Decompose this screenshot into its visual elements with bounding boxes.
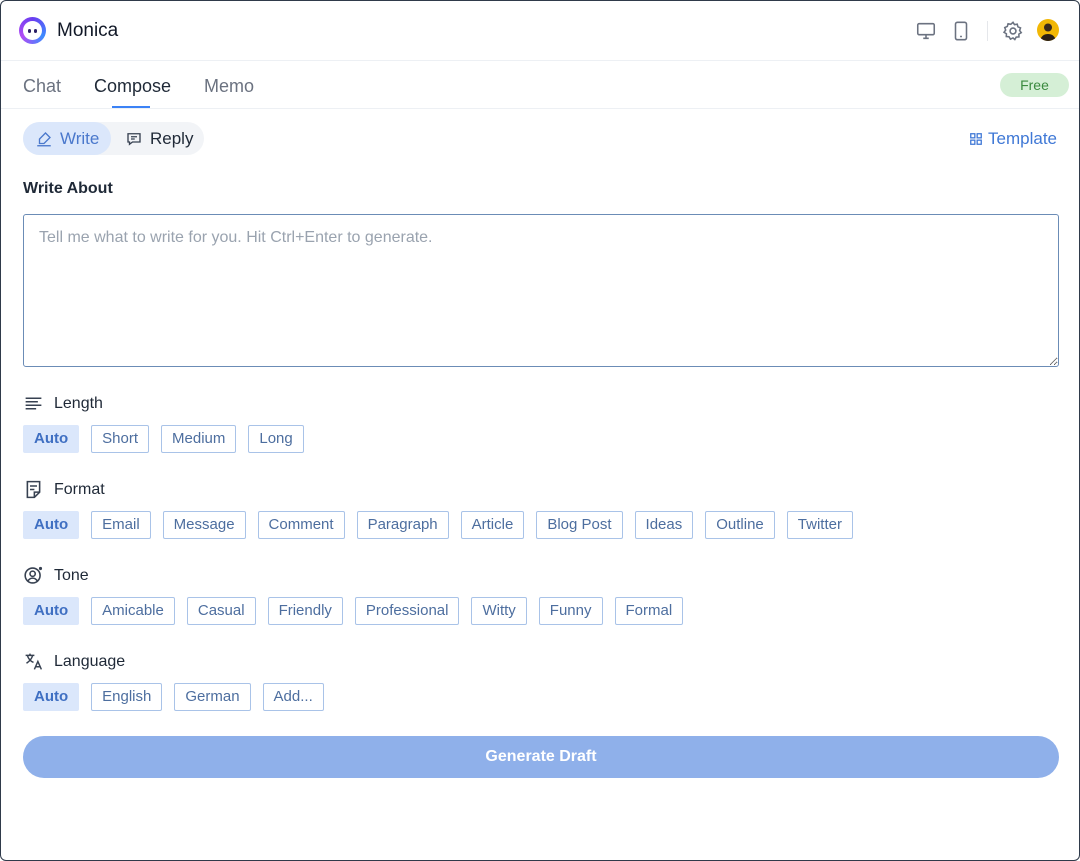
length-option-short[interactable]: Short [91,425,150,453]
template-label: Template [988,129,1057,148]
length-option-auto[interactable]: Auto [23,425,80,453]
format-option-article[interactable]: Article [460,511,525,539]
format-option-twitter[interactable]: Twitter [786,511,853,539]
tone-option-witty[interactable]: Witty [471,597,527,625]
tone-option-funny[interactable]: Funny [538,597,603,625]
language-add-button[interactable]: Add... [262,683,324,711]
format-option-email[interactable]: Email [91,511,151,539]
mode-switch: Write Reply [23,122,204,155]
reply-mode-button[interactable]: Reply [113,122,205,155]
tone-option-amicable[interactable]: Amicable [91,597,175,625]
length-label: Length [54,394,103,412]
language-option-english[interactable]: English [91,683,163,711]
tone-option-professional[interactable]: Professional [354,597,460,625]
main-tabs: Chat Compose Memo Free [1,61,1079,109]
tone-label: Tone [54,566,89,584]
language-heading: Language [23,651,125,672]
pen-icon [37,131,51,146]
format-option-outline[interactable]: Outline [705,511,775,539]
length-option-long[interactable]: Long [248,425,304,453]
format-option-paragraph[interactable]: Paragraph [356,511,449,539]
write-about-input[interactable] [23,214,1059,367]
format-option-ideas[interactable]: Ideas [634,511,694,539]
length-heading: Length [23,393,103,414]
gear-icon[interactable] [1002,20,1024,42]
translate-icon [25,653,43,670]
tab-compose[interactable]: Compose [94,76,171,97]
language-option-auto[interactable]: Auto [23,683,80,711]
app-header: Monica [1,1,1079,61]
write-mode-label: Write [60,128,100,148]
reply-mode-label: Reply [150,128,194,148]
tone-heading: Tone [23,565,89,586]
format-document-icon [26,480,41,499]
reply-message-icon [127,132,141,146]
tone-option-auto[interactable]: Auto [23,597,80,625]
tone-person-icon [24,566,43,584]
tone-option-casual[interactable]: Casual [186,597,256,625]
mobile-icon[interactable] [950,20,972,42]
grid-icon [970,133,982,145]
generate-draft-button[interactable]: Generate Draft [23,736,1059,778]
format-label: Format [54,480,105,498]
language-option-german[interactable]: German [174,683,251,711]
format-option-message[interactable]: Message [162,511,246,539]
monica-logo-icon [19,17,46,44]
text-lines-icon [25,397,42,410]
language-label: Language [54,652,126,670]
app-title: Monica [57,20,119,41]
tab-chat[interactable]: Chat [23,76,61,97]
avatar[interactable] [1037,19,1059,41]
tab-memo[interactable]: Memo [204,76,254,97]
format-option-comment[interactable]: Comment [257,511,345,539]
tone-options: Auto Amicable Casual Friendly Profession… [23,597,684,625]
length-option-medium[interactable]: Medium [161,425,237,453]
plan-badge[interactable]: Free [1000,73,1069,97]
header-divider [987,21,988,41]
tone-option-formal[interactable]: Formal [614,597,684,625]
template-link[interactable]: Template [969,129,1057,149]
format-heading: Format [23,479,105,500]
format-option-auto[interactable]: Auto [23,511,80,539]
write-about-label: Write About [23,180,113,197]
length-options: Auto Short Medium Long [23,425,304,453]
active-tab-indicator [112,106,150,108]
language-options: Auto English German Add... [23,683,324,711]
desktop-icon[interactable] [915,20,937,42]
tone-option-friendly[interactable]: Friendly [267,597,343,625]
format-options: Auto Email Message Comment Paragraph Art… [23,511,853,539]
compose-window: Monica Chat Compose Memo Free Write Repl… [0,0,1080,861]
write-mode-button[interactable]: Write [23,122,112,155]
format-option-blog-post[interactable]: Blog Post [536,511,623,539]
